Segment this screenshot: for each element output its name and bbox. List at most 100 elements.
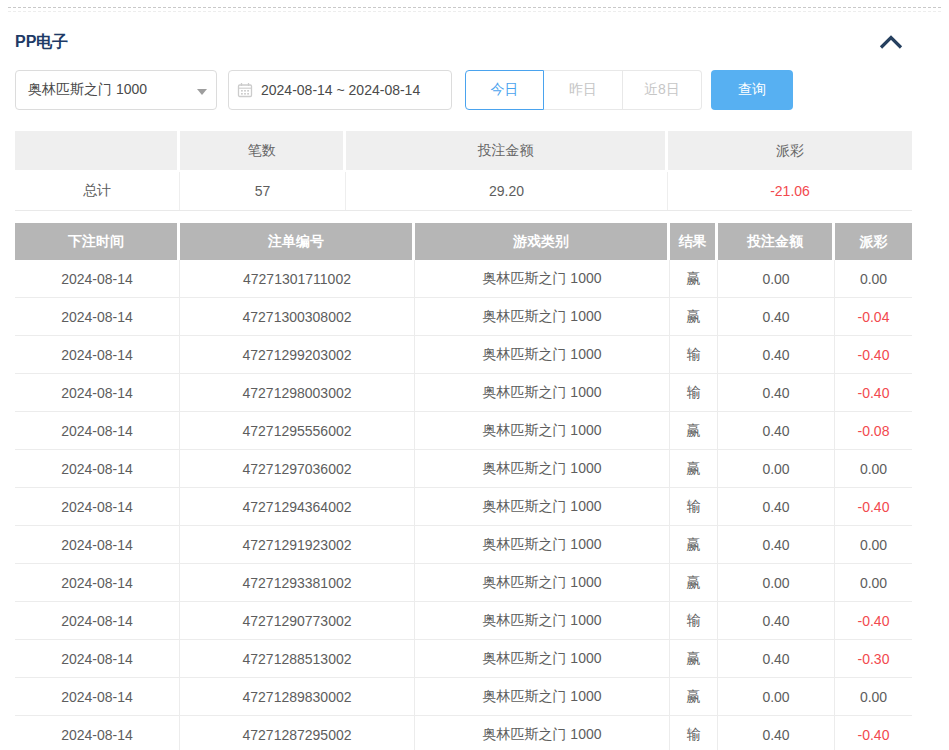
- section-title: PP电子: [15, 32, 68, 53]
- result-cell: 输: [670, 374, 718, 411]
- bet-amount-cell: 0.00: [718, 564, 835, 601]
- order-number-cell: 47271289830002: [180, 678, 415, 715]
- game-category-cell: 奥林匹斯之门 1000: [415, 412, 670, 449]
- col-header-game-category: 游戏类别: [415, 223, 670, 260]
- table-row: 2024-08-1447271293381002奥林匹斯之门 1000赢0.00…: [15, 564, 912, 602]
- game-category-cell: 奥林匹斯之门 1000: [415, 336, 670, 373]
- result-cell: 赢: [670, 298, 718, 335]
- table-row: 2024-08-1447271301711002奥林匹斯之门 1000赢0.00…: [15, 260, 912, 298]
- result-cell: 赢: [670, 450, 718, 487]
- table-row: 2024-08-1447271295556002奥林匹斯之门 1000赢0.40…: [15, 412, 912, 450]
- table-row: 2024-08-1447271298003002奥林匹斯之门 1000输0.40…: [15, 374, 912, 412]
- bet-time-cell: 2024-08-14: [15, 678, 180, 715]
- summary-header-bet-amount: 投注金额: [346, 131, 668, 170]
- summary-total-count: 57: [180, 172, 346, 210]
- bet-amount-cell: 0.40: [718, 412, 835, 449]
- payout-cell: -0.08: [835, 412, 912, 449]
- payout-cell: 0.00: [835, 526, 912, 563]
- game-category-cell: 奥林匹斯之门 1000: [415, 716, 670, 750]
- chevron-down-icon: [197, 89, 207, 95]
- payout-cell: -0.40: [835, 336, 912, 373]
- records-header-row: 下注时间 注单编号 游戏类别 结果 投注金额 派彩: [15, 223, 912, 260]
- summary-total-label: 总计: [15, 172, 180, 210]
- quick-date-buttons: 今日 昨日 近8日: [465, 70, 702, 110]
- game-select[interactable]: 奥林匹斯之门 1000: [15, 70, 217, 110]
- summary-header-empty: [15, 131, 180, 170]
- result-cell: 赢: [670, 640, 718, 677]
- bet-amount-cell: 0.40: [718, 488, 835, 525]
- table-row: 2024-08-1447271294364002奥林匹斯之门 1000输0.40…: [15, 488, 912, 526]
- table-row: 2024-08-1447271287295002奥林匹斯之门 1000输0.40…: [15, 716, 912, 750]
- table-row: 2024-08-1447271290773002奥林匹斯之门 1000输0.40…: [15, 602, 912, 640]
- table-row: 2024-08-1447271291923002奥林匹斯之门 1000赢0.40…: [15, 526, 912, 564]
- date-range-picker[interactable]: 2024-08-14 ~ 2024-08-14: [228, 70, 452, 110]
- yesterday-button[interactable]: 昨日: [544, 70, 623, 110]
- top-dashed-divider: [8, 7, 941, 8]
- bet-time-cell: 2024-08-14: [15, 526, 180, 563]
- result-cell: 赢: [670, 526, 718, 563]
- game-category-cell: 奥林匹斯之门 1000: [415, 640, 670, 677]
- payout-cell: -0.04: [835, 298, 912, 335]
- table-row: 2024-08-1447271288513002奥林匹斯之门 1000赢0.40…: [15, 640, 912, 678]
- order-number-cell: 47271299203002: [180, 336, 415, 373]
- bet-time-cell: 2024-08-14: [15, 640, 180, 677]
- col-header-bet-time: 下注时间: [15, 223, 180, 260]
- result-cell: 输: [670, 716, 718, 750]
- bet-time-cell: 2024-08-14: [15, 716, 180, 750]
- records-table: 下注时间 注单编号 游戏类别 结果 投注金额 派彩 2024-08-144727…: [15, 223, 912, 750]
- bet-amount-cell: 0.40: [718, 602, 835, 639]
- order-number-cell: 47271288513002: [180, 640, 415, 677]
- order-number-cell: 47271301711002: [180, 260, 415, 297]
- payout-cell: 0.00: [835, 678, 912, 715]
- bet-time-cell: 2024-08-14: [15, 298, 180, 335]
- last-8-days-button[interactable]: 近8日: [623, 70, 702, 110]
- game-category-cell: 奥林匹斯之门 1000: [415, 526, 670, 563]
- game-category-cell: 奥林匹斯之门 1000: [415, 298, 670, 335]
- table-row: 2024-08-1447271297036002奥林匹斯之门 1000赢0.00…: [15, 450, 912, 488]
- game-category-cell: 奥林匹斯之门 1000: [415, 564, 670, 601]
- game-category-cell: 奥林匹斯之门 1000: [415, 602, 670, 639]
- filter-bar: 奥林匹斯之门 1000 2024-08-14 ~ 2024-08-14 今日 昨…: [15, 70, 793, 110]
- date-range-value: 2024-08-14 ~ 2024-08-14: [261, 82, 420, 98]
- search-button[interactable]: 查询: [711, 70, 793, 110]
- bet-time-cell: 2024-08-14: [15, 602, 180, 639]
- order-number-cell: 47271291923002: [180, 526, 415, 563]
- bet-time-cell: 2024-08-14: [15, 488, 180, 525]
- summary-total-bet-amount: 29.20: [346, 172, 668, 210]
- payout-cell: -0.40: [835, 602, 912, 639]
- payout-cell: 0.00: [835, 260, 912, 297]
- game-category-cell: 奥林匹斯之门 1000: [415, 488, 670, 525]
- col-header-order-number: 注单编号: [180, 223, 415, 260]
- result-cell: 输: [670, 336, 718, 373]
- table-row: 2024-08-1447271299203002奥林匹斯之门 1000输0.40…: [15, 336, 912, 374]
- result-cell: 赢: [670, 564, 718, 601]
- game-select-value: 奥林匹斯之门 1000: [28, 81, 147, 99]
- table-row: 2024-08-1447271300308002奥林匹斯之门 1000赢0.40…: [15, 298, 912, 336]
- summary-table: 笔数 投注金额 派彩 总计 57 29.20 -21.06: [15, 131, 912, 211]
- summary-total-row: 总计 57 29.20 -21.06: [15, 172, 912, 211]
- payout-cell: -0.40: [835, 374, 912, 411]
- chevron-up-icon[interactable]: [878, 35, 904, 50]
- game-category-cell: 奥林匹斯之门 1000: [415, 450, 670, 487]
- result-cell: 赢: [670, 260, 718, 297]
- result-cell: 输: [670, 488, 718, 525]
- col-header-payout: 派彩: [835, 223, 912, 260]
- betting-records-page: PP电子 奥林匹斯之门 1000 2024-08-14 ~ 2024-08-14…: [0, 0, 949, 750]
- order-number-cell: 47271298003002: [180, 374, 415, 411]
- order-number-cell: 47271295556002: [180, 412, 415, 449]
- order-number-cell: 47271300308002: [180, 298, 415, 335]
- game-category-cell: 奥林匹斯之门 1000: [415, 374, 670, 411]
- order-number-cell: 47271294364002: [180, 488, 415, 525]
- payout-cell: 0.00: [835, 450, 912, 487]
- order-number-cell: 47271297036002: [180, 450, 415, 487]
- bet-amount-cell: 0.40: [718, 336, 835, 373]
- summary-header-count: 笔数: [180, 131, 346, 170]
- bet-time-cell: 2024-08-14: [15, 336, 180, 373]
- calendar-icon: [237, 82, 253, 98]
- bet-amount-cell: 0.00: [718, 450, 835, 487]
- bet-time-cell: 2024-08-14: [15, 374, 180, 411]
- today-button[interactable]: 今日: [465, 70, 544, 110]
- payout-cell: -0.40: [835, 488, 912, 525]
- top-dashed-divider-2: [8, 11, 941, 12]
- bet-amount-cell: 0.00: [718, 678, 835, 715]
